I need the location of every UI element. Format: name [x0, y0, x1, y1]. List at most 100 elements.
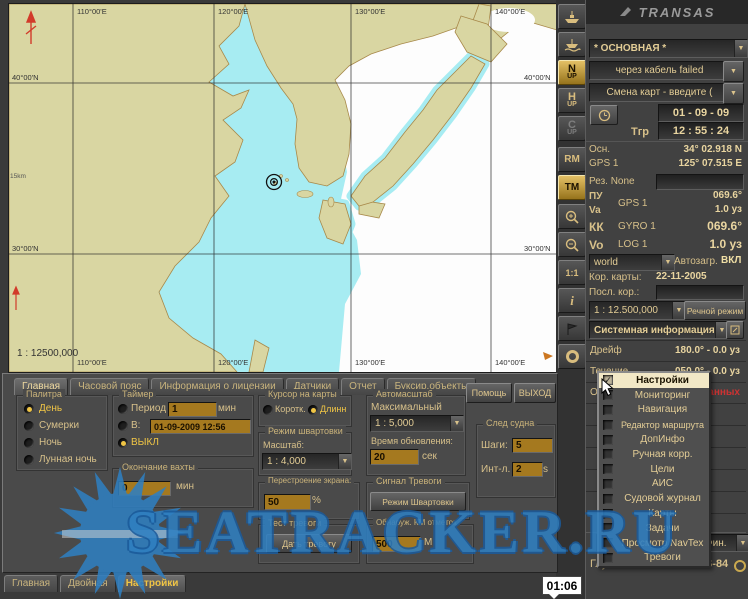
gyro-value: 069.6° [660, 219, 742, 233]
checkbox-icon[interactable] [603, 449, 613, 459]
cursor-long-label[interactable]: Длинн [320, 404, 346, 414]
flag-icon [565, 322, 579, 336]
route-select-value: * ОСНОВНАЯ * [594, 43, 666, 54]
menu-item-manual-corr[interactable]: Ручная корр. [599, 447, 709, 462]
chevron-down-icon[interactable]: ▼ [734, 40, 747, 57]
mooring-scale-combo[interactable]: 1 : 4,000 ▼ [262, 453, 352, 470]
river-mode-label: Речной режим [687, 306, 743, 316]
palette-radio-day[interactable] [24, 404, 34, 414]
menu-item-route-editor[interactable]: Редактор маршрута [599, 417, 709, 432]
menu-item-monitoring[interactable]: Мониторинг [599, 388, 709, 403]
palette-radio-dusk[interactable] [24, 421, 34, 431]
timer-at-value: 01-09-2009 12:56 [154, 422, 226, 432]
folio-value: world [594, 257, 618, 268]
timer-period-input[interactable]: 1 [168, 402, 217, 417]
trail-steps-value: 5 [516, 440, 522, 451]
trail-steps-label: Шаги: [481, 440, 508, 451]
route-select-combo[interactable]: * ОСНОВНАЯ * ▼ [589, 39, 748, 58]
gyro-source: GYRO 1 [618, 221, 656, 232]
ship-icon [563, 10, 581, 24]
trail-interval-label: Инт-л. [481, 464, 510, 475]
clock-icon [598, 109, 611, 122]
cursor-long-radio[interactable] [308, 405, 318, 415]
menu-item-navigatsiya[interactable]: Навигация [599, 403, 709, 418]
palette-option-dusk[interactable]: Сумерки [39, 420, 79, 431]
tab-license-info[interactable]: Информация о лицензии [151, 378, 283, 395]
menu-item-tseli[interactable]: Цели [599, 462, 709, 477]
course-up-button[interactable]: C UP [558, 116, 586, 141]
chevron-down-icon[interactable]: ▼ [450, 416, 463, 431]
head-up-button[interactable]: H UP [558, 88, 586, 113]
palette-option-night[interactable]: Ночь [39, 437, 62, 448]
chevron-down-icon[interactable]: ▼ [661, 255, 674, 270]
palette-option-day[interactable]: День [39, 403, 62, 414]
river-mode-button[interactable]: Речной режим [684, 301, 746, 320]
checkbox-icon[interactable] [603, 479, 613, 489]
palette-radio-moonnight[interactable] [24, 455, 34, 465]
zoom-out-button[interactable] [558, 232, 586, 257]
connection-combo[interactable]: через кабель failed [589, 61, 726, 80]
timer-period-label: Период [131, 403, 166, 414]
timer-period-radio[interactable] [118, 404, 128, 414]
north-up-button[interactable]: N UP [558, 60, 586, 85]
menu-item-nastroyki[interactable]: ✓Настройки [599, 373, 709, 388]
relative-motion-button[interactable]: RM [558, 147, 586, 172]
update-time-input[interactable]: 20 [370, 449, 419, 465]
cursor-short-label[interactable]: Коротк. [275, 404, 306, 414]
trail-interval-input[interactable]: 2 [512, 462, 543, 477]
ship-trail-group: След судна [476, 424, 556, 498]
zoom-in-button[interactable] [558, 204, 586, 229]
help-button[interactable]: Помощь [466, 383, 512, 403]
checkbox-icon[interactable] [603, 464, 613, 474]
date-value: 01 - 09 - 09 [673, 107, 729, 119]
cursor-short-radio[interactable] [263, 405, 273, 415]
menu-item-dopinfo[interactable]: ДопИнфо [599, 432, 709, 447]
parallel-label: 30°00'N [12, 244, 39, 253]
undock-panel-button[interactable] [726, 321, 744, 339]
system-info-combo[interactable]: Системная информация ▼ [589, 321, 729, 339]
timer-period-unit: мин [218, 403, 236, 414]
chevron-down-icon[interactable]: ▼ [736, 535, 748, 551]
gps-source-label: GPS 1 [589, 158, 618, 169]
autoscale-max-combo[interactable]: 1 : 5,000 ▼ [370, 415, 464, 432]
route-monitor-button[interactable] [558, 4, 586, 29]
chart-area[interactable]: 110°00'E 120°00'E 130°00'E 140°00'E 110°… [8, 3, 558, 373]
chevron-down-icon[interactable]: ▼ [338, 454, 351, 469]
exit-button[interactable]: ВЫХОД [514, 383, 556, 403]
cursor-title: Курсор на карты [265, 389, 340, 399]
log-speed-label: Vo [589, 238, 603, 252]
chart-change-combo[interactable]: Смена карт - введите ( [589, 83, 726, 102]
clock-button[interactable] [590, 105, 618, 125]
ship-trail-title: След судна [483, 418, 537, 428]
timer-at-radio[interactable] [118, 421, 128, 431]
timer-off-radio[interactable] [118, 438, 128, 448]
chart-folio-combo[interactable]: world ▼ [589, 254, 675, 271]
va-value: 1.0 уз [660, 204, 742, 215]
alarm-signal-title: Сигнал Тревоги [373, 476, 445, 486]
true-motion-button[interactable]: TM [558, 175, 586, 200]
palette-title: Палитра [23, 389, 65, 399]
info-button[interactable]: i [558, 288, 586, 313]
chart-change-value: Смена карт - введите ( [607, 87, 713, 98]
meridian-label: 140°00'E [495, 358, 525, 367]
palette-radio-night[interactable] [24, 438, 34, 448]
chart-change-dropdown-button[interactable]: ▼ [723, 83, 744, 104]
menu-item-ais[interactable]: АИС [599, 477, 709, 492]
route-plan-button[interactable] [558, 32, 586, 57]
head-up-label: H [568, 93, 576, 101]
original-scale-button[interactable]: 1:1 [558, 260, 586, 285]
connection-dropdown-button[interactable]: ▼ [723, 61, 744, 82]
event-mark-button[interactable] [558, 316, 586, 341]
mob-button[interactable] [558, 344, 586, 369]
timer-off-label: ВЫКЛ [131, 437, 159, 448]
checkbox-icon[interactable] [603, 420, 613, 430]
course-up-label: C [568, 121, 576, 129]
trp-label: Тгр [631, 126, 649, 138]
checkbox-icon[interactable] [603, 405, 613, 415]
scale-combo[interactable]: 1 : 12.500,000 ▼ [589, 301, 686, 320]
trail-steps-input[interactable]: 5 [512, 438, 553, 453]
drift-value: 180.0° - 0.0 уз [675, 345, 740, 356]
timer-at-input[interactable]: 01-09-2009 12:56 [150, 419, 251, 434]
checkbox-icon[interactable] [603, 435, 613, 445]
last-correction-label: Посл. кор.: [589, 287, 639, 298]
